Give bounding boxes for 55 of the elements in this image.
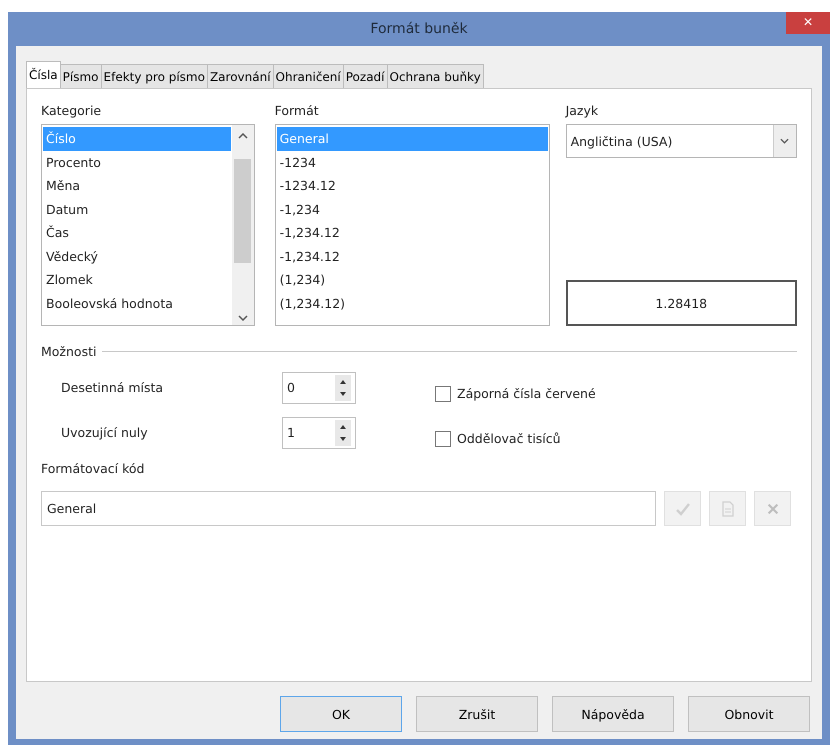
- category-list[interactable]: Číslo Procento Měna Datum Čas Vědecký Zlomek Booleovská hodnota: [41, 124, 255, 326]
- format-label: Formát: [274, 103, 320, 118]
- list-item[interactable]: Zlomek: [43, 268, 231, 292]
- checkbox-label: Záporná čísla červené: [457, 386, 596, 401]
- tab[interactable]: Pozadí: [342, 64, 388, 88]
- format-list[interactable]: General -1234 -1234.12 -1,234 -1,234.12 -1,234.12 (1,234) (1,234.12): [274, 124, 550, 326]
- preview-box: 1.28418: [566, 280, 797, 326]
- scrollbar-thumb[interactable]: [234, 159, 252, 263]
- document-icon: [720, 500, 736, 516]
- list-item[interactable]: -1234: [276, 150, 548, 174]
- scroll-up-icon[interactable]: [238, 133, 248, 139]
- window-title: Formát buněk: [370, 21, 468, 37]
- tab[interactable]: Zarovnání: [206, 64, 274, 88]
- list-item[interactable]: (1,234.12): [276, 292, 548, 315]
- list-item[interactable]: (1,234): [276, 268, 548, 292]
- list-item[interactable]: -1,234: [276, 198, 548, 221]
- dialog-button[interactable]: Obnovit: [688, 696, 810, 732]
- checkbox[interactable]: [435, 386, 451, 402]
- section-title: Možnosti: [41, 344, 96, 359]
- scrollbar[interactable]: [232, 125, 254, 325]
- spin-field[interactable]: 1: [282, 416, 356, 448]
- list-item[interactable]: Booleovská hodnota: [43, 292, 231, 315]
- tab[interactable]: Efekty pro písmo: [100, 64, 208, 88]
- scroll-down-icon[interactable]: [238, 315, 248, 321]
- language-label: Jazyk: [566, 103, 600, 118]
- close-button[interactable]: ×: [786, 12, 830, 34]
- dialog-button[interactable]: Zrušit: [416, 696, 538, 732]
- caret-icon: [780, 138, 790, 144]
- spin-field[interactable]: 0: [282, 372, 356, 404]
- list-item[interactable]: -1234.12: [276, 174, 548, 198]
- dialog-button[interactable]: Nápověda: [552, 696, 674, 732]
- tab[interactable]: Čísla: [26, 61, 61, 88]
- list-item[interactable]: Vědecký: [43, 244, 231, 268]
- spin-arrows-icon[interactable]: [335, 420, 351, 446]
- tab[interactable]: Ohraničení: [272, 64, 344, 88]
- list-item[interactable]: Měna: [43, 174, 231, 198]
- list-item[interactable]: Procento: [43, 150, 231, 174]
- list-item[interactable]: -1,234.12: [276, 244, 548, 268]
- spin-arrows-icon[interactable]: [335, 374, 351, 400]
- category-label: Kategorie: [41, 103, 102, 118]
- tab[interactable]: Ochrana buňky: [386, 64, 484, 88]
- tab[interactable]: Písmo: [60, 64, 102, 88]
- list-item[interactable]: Čas: [43, 221, 231, 244]
- dialog-button[interactable]: OK: [280, 696, 402, 732]
- close-icon: [766, 502, 780, 516]
- language-dropdown[interactable]: Angličtina (USA): [566, 124, 797, 158]
- list-item[interactable]: Datum: [43, 198, 231, 221]
- spin-label: Desetinná místa: [61, 380, 164, 395]
- format-code-field[interactable]: General: [41, 491, 656, 526]
- checkbox-label: Oddělovač tisíců: [457, 431, 561, 446]
- format-code-label: Formátovací kód: [41, 461, 146, 476]
- spin-label: Uvozující nuly: [61, 425, 149, 440]
- check-icon: [674, 500, 690, 516]
- checkbox[interactable]: [435, 430, 451, 446]
- list-item[interactable]: -1,234.12: [276, 221, 548, 244]
